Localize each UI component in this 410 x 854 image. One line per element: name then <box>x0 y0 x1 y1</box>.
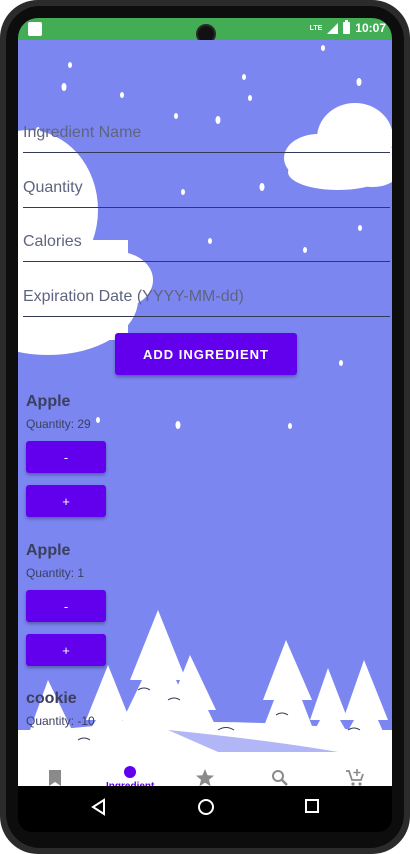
recents-icon[interactable] <box>304 798 320 814</box>
ingredient-quantity: Quantity: 29 <box>26 417 91 431</box>
clock: 10:07 <box>355 21 386 35</box>
quantity-field[interactable] <box>23 173 390 208</box>
sim-icon <box>28 22 42 36</box>
decrement-button[interactable]: - <box>26 441 106 473</box>
cart-add-icon <box>345 769 364 786</box>
ingredient-name: Apple <box>26 393 71 410</box>
ingredient-name: cookie <box>26 690 77 707</box>
ingredient-quantity: Quantity: 1 <box>26 566 85 580</box>
ingredient-name: Apple <box>26 542 71 559</box>
calories-field[interactable] <box>23 227 390 262</box>
increment-button[interactable]: + <box>26 634 106 666</box>
search-icon <box>271 770 288 786</box>
calories-input[interactable] <box>23 227 390 257</box>
ingredient-name-input[interactable] <box>23 118 390 148</box>
system-navigation-bar <box>18 786 392 832</box>
star-icon <box>195 769 214 787</box>
home-icon[interactable] <box>197 798 215 816</box>
add-ingredient-button[interactable]: ADD INGREDIENT <box>115 333 297 375</box>
network-type: LTE <box>309 24 323 32</box>
quantity-input[interactable] <box>23 173 390 203</box>
increment-button[interactable]: + <box>26 485 106 517</box>
decrement-button[interactable]: - <box>26 590 106 622</box>
content-area: ADD INGREDIENT Apple Quantity: 29 - + Ap… <box>18 40 392 752</box>
bookmark-icon <box>49 770 62 786</box>
back-icon[interactable] <box>90 798 108 816</box>
ingredient-item: Apple Quantity: 1 - + <box>26 542 226 666</box>
signal-icon <box>327 22 339 34</box>
dot-icon <box>124 765 137 778</box>
expiration-date-field[interactable] <box>23 282 390 317</box>
ingredient-item: cookie Quantity: -10 <box>26 690 226 728</box>
expiration-date-input[interactable] <box>23 282 390 312</box>
status-bar: LTE 10:07 <box>18 18 392 44</box>
ingredient-name-field[interactable] <box>23 118 390 153</box>
ingredient-item: Apple Quantity: 29 - + <box>26 393 226 517</box>
screen: LTE 10:07 Ingredient Name Quantity Calor… <box>18 18 392 818</box>
battery-icon <box>343 20 351 34</box>
ingredient-quantity: Quantity: -10 <box>26 714 95 728</box>
